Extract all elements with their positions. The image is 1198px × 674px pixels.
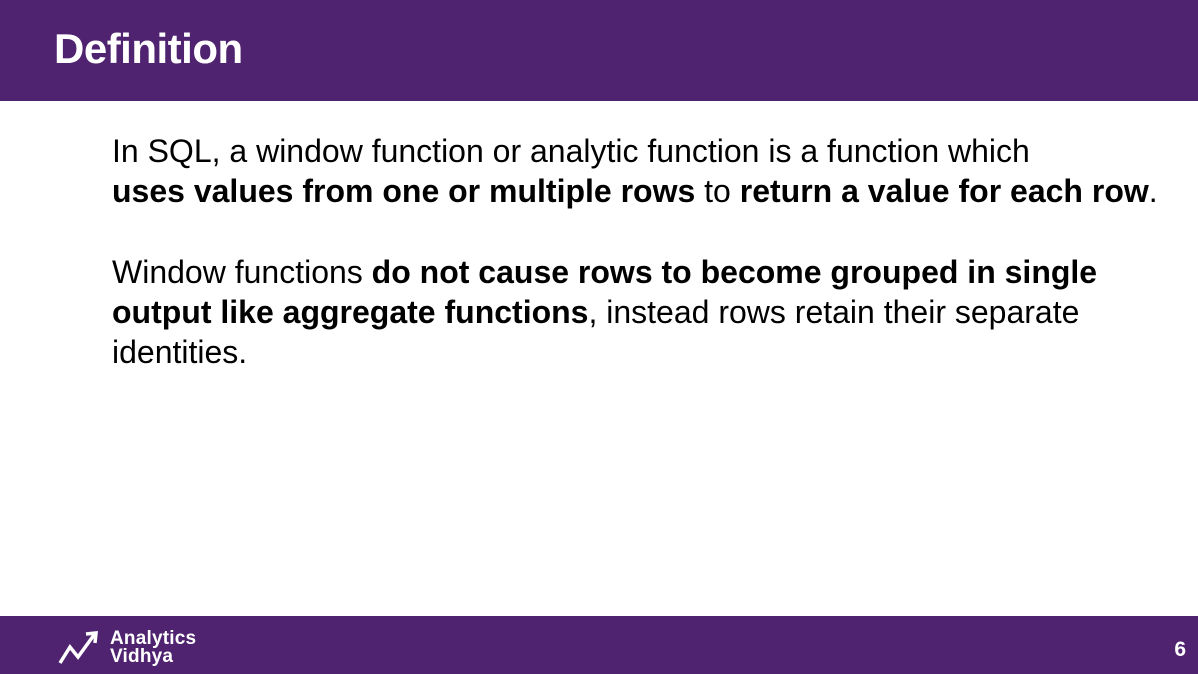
slide-title: Definition [54,25,243,72]
paragraph1-bold-phrase-1: uses values from one or multiple rows [112,173,696,209]
trend-arrow-icon [58,631,98,664]
logo-line-2: Vidhya [110,646,174,667]
paragraph1-bold-phrase-2: return a value for each row [739,173,1149,209]
paragraph2-bold-phrase-2: output like aggregate functions [112,294,589,330]
logo-wordmark: Analytics Vidhya [110,629,196,667]
paragraph2-bold-phrase-1: do not cause rows to become grouped in s… [371,254,1098,290]
slide: Definition In SQL, a window function or … [0,0,1198,674]
paragraph1-period: . [1148,173,1158,209]
paragraph2-intro: Window functions [112,254,372,290]
header-bar: Definition [0,0,1198,101]
slide-body: In SQL, a window function or analytic fu… [112,131,1172,413]
definition-paragraph: In SQL, a window function or analytic fu… [112,131,1172,211]
analytics-vidhya-logo: Analytics Vidhya [58,629,196,667]
paragraph1-line1: In SQL, a window function or analytic fu… [112,133,1030,169]
comparison-paragraph: Window functions do not cause rows to be… [112,252,1172,372]
page-number: 6 [1174,638,1186,661]
paragraph2-line3: identities. [112,334,248,370]
paragraph2-continuation: , instead rows retain their separate [588,294,1080,330]
paragraph1-connector: to [695,173,740,209]
